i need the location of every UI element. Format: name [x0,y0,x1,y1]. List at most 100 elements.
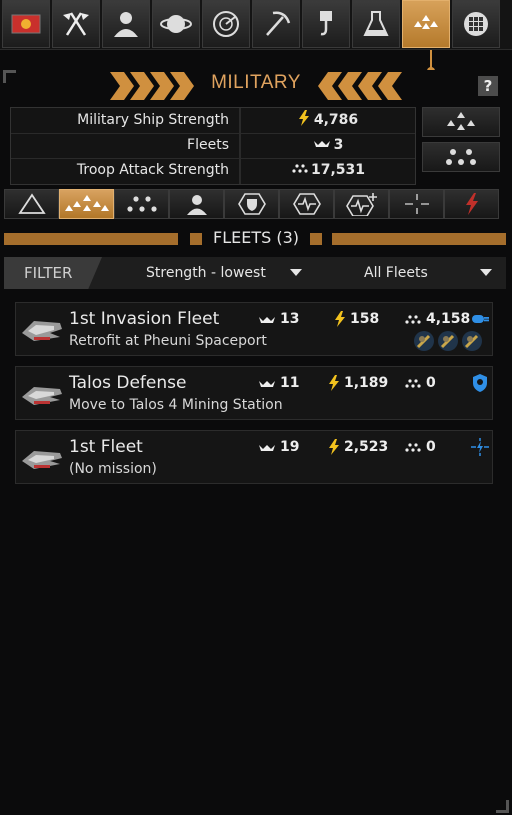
tab-characters[interactable] [169,189,224,219]
fleet-row[interactable]: 1st Invasion Fleet Retrofit at Pheuni Sp… [15,302,493,356]
pulse-hex-icon [292,193,321,215]
tab-health[interactable] [279,189,334,219]
pulse-plus-icon [345,193,377,216]
diplomacy-button[interactable] [52,0,100,48]
sort-dropdown-value: Strength - lowest [146,265,266,281]
radar-icon [213,11,239,37]
fleet-name: 1st Invasion Fleet [69,309,220,329]
fleets-tab-icon [64,195,109,211]
fleet-strength: 2,523 [328,439,388,455]
strength-text: 2,523 [344,439,389,455]
stat-value-text: 17,531 [310,162,366,178]
category-tabs [4,189,506,219]
troops-text: 4,158 [426,311,471,327]
research-flask-icon [363,11,389,36]
fleets-section-header: FLEETS (3) [4,226,506,250]
mining-pickaxe-icon [266,11,291,36]
header-bar-left [4,233,178,245]
troops-dots-icon [126,196,157,212]
stat-value: 17,531 [243,158,413,183]
fleet-name: Talos Defense [69,373,187,393]
header-bar-right [332,233,506,245]
page-title: MILITARY [211,72,301,93]
stat-label: Military Ship Strength [77,112,229,128]
stat-label: Troop Attack Strength [76,162,229,178]
location-pin-icon[interactable] [470,373,490,393]
ship-icon [22,451,62,469]
fleet-view-button[interactable] [422,107,500,137]
military-button[interactable] [402,0,450,48]
troop-unit-icon[interactable] [462,331,482,351]
leader-person-icon [114,12,138,37]
fleets-mini-icon [447,112,475,130]
triangle-outline-icon [17,193,46,214]
troops-text: 0 [426,439,436,455]
help-button[interactable]: ? [478,76,498,96]
person-icon [186,195,207,215]
colonies-button[interactable] [452,0,500,48]
radar-button[interactable] [202,0,250,48]
fleets-count-title: FLEETS (3) [212,228,299,247]
ship-count-text: 19 [280,439,300,455]
empire-button[interactable] [2,0,50,48]
ships-icon [313,141,330,147]
troop-unit-icon[interactable] [414,331,434,351]
fleet-mission: (No mission) [69,461,157,477]
troops-icon [405,379,421,388]
fleet-strength: 1,189 [328,375,388,391]
sort-dropdown[interactable]: Strength - lowest [146,257,302,289]
planet-icon [160,15,192,33]
ships-icon [259,317,275,323]
planets-button[interactable] [152,0,200,48]
stat-value-text: 4,786 [313,112,359,128]
lightning-icon [298,110,309,126]
retrofit-icon[interactable] [470,309,490,329]
header-square-right [310,233,322,245]
lightning-icon [329,375,339,391]
ship-count-text: 13 [280,311,300,327]
troops-text: 0 [426,375,436,391]
tab-power[interactable] [444,189,499,219]
lightning-icon [335,311,345,327]
troop-unit-icon[interactable] [438,331,458,351]
troops-icon [405,315,421,324]
fleet-strength: 158 [334,311,379,327]
tab-fleets[interactable] [59,189,114,219]
fleet-filter-dropdown[interactable]: All Fleets [364,257,492,289]
fleet-mission: Retrofit at Pheuni Spaceport [69,333,267,349]
ships-icon [259,381,275,387]
fleet-row[interactable]: 1st Fleet (No mission) 19 2,523 0 [15,430,493,484]
construction-button[interactable] [302,0,350,48]
top-toolbar [0,0,512,50]
stat-value: 4,786 [243,108,413,133]
fleet-ship-count: 13 [258,311,299,327]
fleet-ship-count: 19 [258,439,299,455]
leaders-button[interactable] [102,0,150,48]
military-stats-table: Military Ship Strength 4,786 Fleets 3 Tr… [10,107,416,185]
strength-text: 1,189 [344,375,389,391]
tab-defense[interactable] [224,189,279,219]
research-button[interactable] [352,0,400,48]
mining-button[interactable] [252,0,300,48]
troop-units [414,331,482,351]
fleet-name: 1st Fleet [69,437,143,457]
tab-overview[interactable] [4,189,59,219]
fleet-row[interactable]: Talos Defense Move to Talos 4 Mining Sta… [15,366,493,420]
filter-label: FILTER [4,257,102,289]
crosshair-lightning-icon[interactable] [470,437,490,457]
construction-hook-icon [320,11,332,36]
panel-header: MILITARY [0,72,512,100]
tab-health-plus[interactable] [334,189,389,219]
military-fleet-icon [414,15,438,29]
crosshair-icon [404,194,429,214]
fleet-filter-value: All Fleets [364,265,428,281]
fleet-troops: 0 [404,375,436,391]
stat-label: Fleets [187,137,229,153]
tab-troops[interactable] [114,189,169,219]
stat-value: 3 [243,133,413,158]
tab-targets[interactable] [389,189,444,219]
fleet-ship-count: 11 [258,375,299,391]
stat-row-ship-strength: Military Ship Strength 4,786 [11,108,415,134]
troop-view-button[interactable] [422,142,500,172]
troops-icon [405,443,421,452]
